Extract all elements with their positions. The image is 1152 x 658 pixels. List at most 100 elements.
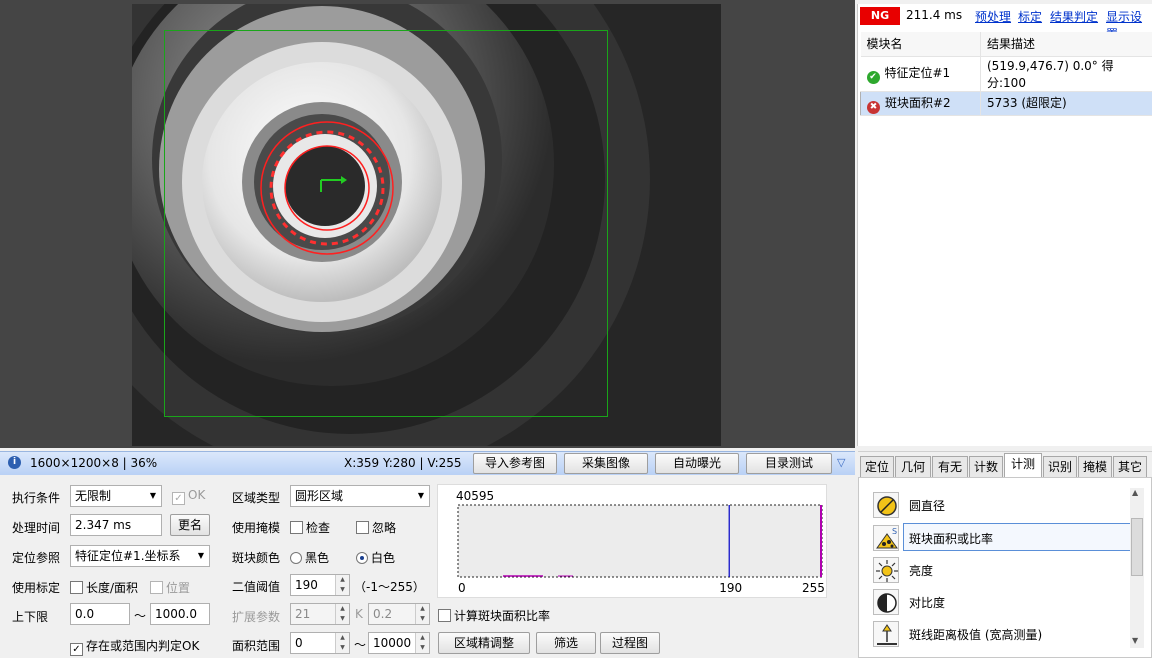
tool-label: 斑线距离极值 (宽高测量) (909, 628, 1043, 642)
area-min-stepper[interactable]: 0 ▲ ▼ (290, 632, 350, 654)
tool-contrast[interactable]: 对比度 (869, 587, 1129, 617)
white-radio-wrap[interactable]: 白色 (356, 549, 395, 566)
len-area-checkbox-wrap[interactable]: 长度/面积 (70, 579, 138, 596)
region-adjust-button[interactable]: 区域精调整 (438, 632, 530, 654)
row-module-name: 特征定位#1 (884, 65, 951, 80)
tab-presence[interactable]: 有无 (932, 456, 968, 478)
chevron-down-icon[interactable]: ▽ (837, 456, 845, 469)
position-checkbox[interactable] (150, 581, 163, 594)
region-type-select[interactable]: 圆形区域 ▼ (290, 485, 430, 507)
link-preprocess[interactable]: 预处理 (975, 8, 1011, 25)
capture-image-button[interactable]: 采集图像 (564, 453, 648, 474)
col-module-name[interactable]: 模块名 (860, 32, 981, 57)
rename-button[interactable]: 更名 (170, 514, 210, 536)
position-checkbox-wrap[interactable]: 位置 (150, 579, 190, 596)
loc-ref-select[interactable]: 特征定位#1.坐标系 ▼ (70, 545, 210, 567)
spin-arrows-icon[interactable]: ▲ ▼ (415, 604, 429, 624)
threshold-range: （-1～255） (354, 580, 425, 594)
black-radio[interactable] (290, 552, 302, 564)
ok-check-icon: ✔ (866, 70, 880, 84)
auto-exposure-button[interactable]: 自动曝光 (655, 453, 739, 474)
len-area-checkbox[interactable] (70, 581, 83, 594)
process-time: 211.4 ms (906, 8, 963, 22)
contrast-icon (873, 589, 899, 615)
hist-tick-255: 255 (802, 581, 825, 595)
tab-locate[interactable]: 定位 (860, 456, 894, 478)
lower-limit-field[interactable]: 0.0 (70, 603, 130, 625)
loc-ref-value: 特征定位#1.坐标系 (75, 549, 181, 563)
camera-image[interactable] (132, 4, 721, 446)
tool-label: 圆直径 (909, 499, 946, 513)
exist-ok-checkbox-wrap[interactable]: ✓ 存在或范围内判定OK (70, 637, 199, 656)
scroll-up-icon[interactable]: ▲ (1132, 488, 1138, 497)
scroll-down-icon[interactable]: ▼ (1132, 636, 1138, 645)
proc-time-label: 处理时间 (12, 521, 61, 535)
row-result-desc: 5733 (超限定) (980, 91, 1152, 116)
black-radio-wrap[interactable]: 黑色 (290, 549, 329, 566)
tab-other[interactable]: 其它 (1113, 456, 1147, 478)
histogram[interactable]: 40595 0 190 255 (437, 484, 827, 598)
ng-cross-icon: ✖ (867, 100, 880, 114)
image-viewer[interactable] (0, 0, 855, 448)
tool-circle-diameter[interactable]: 圆直径 (869, 490, 1129, 520)
tab-count[interactable]: 计数 (969, 456, 1003, 478)
result-table: 模块名 结果描述 ✔ 特征定位#1 (519.9,476.7) 0.0° 得分:1… (860, 32, 1152, 116)
ignore-checkbox[interactable] (356, 521, 369, 534)
area-range-label: 面积范围 (232, 639, 281, 653)
table-row[interactable]: ✖ 斑块面积#2 5733 (超限定) (860, 91, 1152, 116)
threshold-label: 二值阈值 (232, 580, 281, 594)
tool-label: 斑块面积或比率 (909, 532, 994, 546)
roi-rectangle[interactable] (164, 30, 608, 417)
directory-test-button[interactable]: 目录测试 (746, 453, 832, 474)
check-checkbox-wrap[interactable]: 检查 (290, 519, 330, 536)
use-calib-label: 使用标定 (12, 581, 61, 595)
blob-color-label: 斑块颜色 (232, 551, 281, 565)
threshold-stepper[interactable]: 190 ▲ ▼ (290, 574, 350, 596)
exist-ok-checkbox[interactable]: ✓ (70, 643, 83, 656)
col-result-desc[interactable]: 结果描述 (980, 32, 1152, 57)
scrollbar-thumb[interactable] (1131, 518, 1143, 576)
tool-label: 对比度 (909, 596, 946, 610)
ok-checkbox[interactable]: ✓ (172, 492, 185, 505)
calc-ratio-checkbox-wrap[interactable]: 计算斑块面积比率 (438, 607, 550, 624)
parameter-panel: 执行条件 无限制 ▼ ✓ OK 处理时间 2.347 ms 更名 定位参照 特征定… (0, 476, 857, 658)
tab-measure[interactable]: 计测 (1004, 453, 1042, 479)
spin-arrows-icon[interactable]: ▲ ▼ (335, 604, 349, 624)
import-reference-button[interactable]: 导入参考图 (473, 453, 557, 474)
spin-arrows-icon[interactable]: ▲ ▼ (335, 633, 349, 653)
k-stepper[interactable]: 0.2 ▲ ▼ (368, 603, 430, 625)
spin-arrows-icon[interactable]: ▲ ▼ (335, 575, 349, 595)
tab-recognize[interactable]: 识别 (1043, 456, 1077, 478)
calc-ratio-checkbox[interactable] (438, 609, 451, 622)
exec-condition-select[interactable]: 无限制 ▼ (70, 485, 162, 507)
tab-geometry[interactable]: 几何 (895, 456, 931, 478)
ok-checkbox-wrap[interactable]: ✓ OK (172, 488, 205, 505)
cursor-coords: X:359 Y:280 | V:255 (344, 456, 462, 470)
svg-text:S: S (892, 527, 897, 536)
check-checkbox[interactable] (290, 521, 303, 534)
process-image-button[interactable]: 过程图 (600, 632, 660, 654)
filter-button[interactable]: 筛选 (536, 632, 596, 654)
link-result-judge[interactable]: 结果判定 (1050, 8, 1098, 25)
region-type-label: 区域类型 (232, 491, 281, 505)
expand-stepper[interactable]: 21 ▲ ▼ (290, 603, 350, 625)
spin-arrows-icon[interactable]: ▲ ▼ (415, 633, 429, 653)
ignore-checkbox-wrap[interactable]: 忽略 (356, 519, 396, 536)
area-max-stepper[interactable]: 10000 ▲ ▼ (368, 632, 430, 654)
area-min-value: 0 (295, 636, 303, 650)
tab-mask[interactable]: 掩模 (1078, 456, 1112, 478)
tool-list-scrollbar[interactable]: ▲ ▼ (1130, 488, 1144, 648)
tool-brightness[interactable]: 亮度 (869, 555, 1129, 585)
loc-ref-label: 定位参照 (12, 551, 61, 565)
link-calibration[interactable]: 标定 (1018, 8, 1042, 25)
circle-diameter-icon (873, 492, 899, 518)
tool-list: 圆直径 S 斑块面积或比率 亮度 对比度 斑线距离极值 (宽高测量) (858, 477, 1152, 658)
upper-limit-field[interactable]: 1000.0 (150, 603, 210, 625)
table-row[interactable]: ✔ 特征定位#1 (519.9,476.7) 0.0° 得分:100 (860, 56, 1152, 92)
dropdown-arrow-icon: ▼ (417, 491, 424, 500)
tool-label: 亮度 (909, 564, 934, 578)
tool-blob-area[interactable]: S 斑块面积或比率 (869, 523, 1137, 553)
blob-area-icon: S (873, 525, 899, 551)
tool-edge-distance[interactable]: 斑线距离极值 (宽高测量) (869, 619, 1129, 649)
white-radio[interactable] (356, 552, 368, 564)
